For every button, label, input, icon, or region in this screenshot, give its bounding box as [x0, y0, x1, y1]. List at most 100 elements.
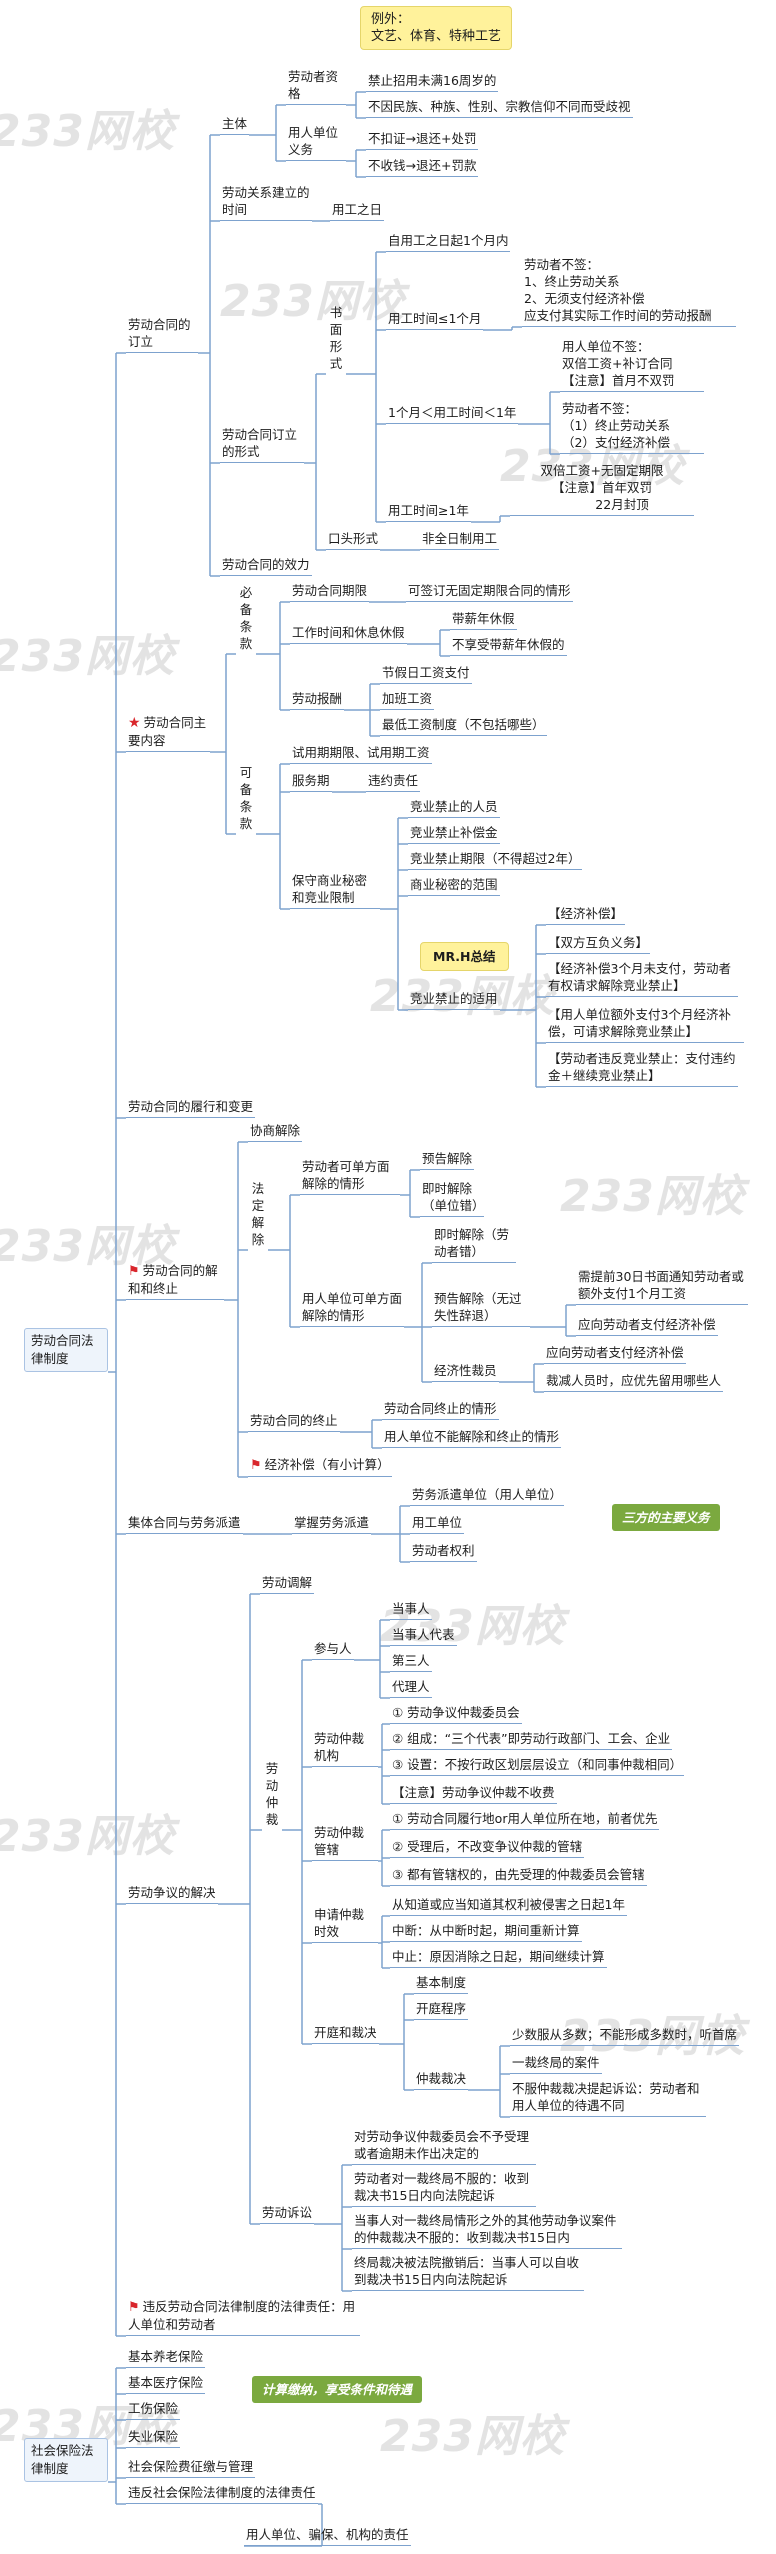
leaf[interactable]: 应向劳动者支付经济补偿 [576, 1316, 718, 1336]
leaf[interactable]: 用工之日 [330, 201, 385, 221]
leaf[interactable]: 中止：原因消除之日起，期间继续计算 [390, 1948, 607, 1968]
leaf[interactable]: 【经济补偿】 [546, 905, 626, 925]
node-unemployment-insurance[interactable]: 失业保险 [126, 2428, 181, 2448]
leaf[interactable]: 【劳动者违反竞业禁止：支付违约金＋继续竞业禁止】 [546, 1050, 738, 1087]
node-arbitration[interactable]: 劳动仲裁 [262, 1760, 282, 1830]
node-arbitration-org[interactable]: 劳动仲裁机构 [312, 1730, 378, 1767]
leaf[interactable]: 【用人单位额外支付3个月经济补偿，可请求解除竞业禁止】 [546, 1006, 744, 1043]
node-dispatch[interactable]: 集体合同与劳务派遣 [126, 1514, 243, 1534]
node-1-month-to-1-year[interactable]: 1个月＜用工时间＜1年 [386, 404, 519, 424]
leaf[interactable]: 基本制度 [414, 1974, 469, 1994]
leaf[interactable]: ③ 都有管辖权的，由先受理的仲裁委员会管辖 [390, 1866, 647, 1886]
node-noncompete[interactable]: 保守商业秘密和竞业限制 [290, 872, 380, 909]
node-pay[interactable]: 劳动报酬 [290, 690, 345, 710]
leaf[interactable]: 不收钱→退还+罚款 [366, 157, 479, 177]
leaf[interactable]: 劳动者权利 [410, 1542, 477, 1562]
leaf[interactable]: 最低工资制度（不包括哪些） [380, 716, 547, 736]
leaf[interactable]: 商业秘密的范围 [408, 876, 500, 896]
leaf[interactable]: 用人单位、骗保、机构的责任 [244, 2526, 411, 2546]
node-le-1-month[interactable]: 用工时间≤1个月 [386, 310, 484, 330]
leaf[interactable]: ② 组成：“三个代表”即劳动行政部门、工会、企业 [390, 1730, 673, 1750]
node-compensation[interactable]: ⚑ 经济补偿（有小计算） [248, 1456, 392, 1477]
leaf[interactable]: 用工单位 [410, 1514, 465, 1534]
leaf[interactable]: 节假日工资支付 [380, 664, 472, 684]
node-social-liability[interactable]: 违反社会保险法律制度的法律责任 [126, 2484, 318, 2504]
node-worker-qualification[interactable]: 劳动者资格 [286, 68, 346, 105]
leaf[interactable]: 对劳动争议仲裁委员会不予受理或者逾期未作出决定的 [352, 2128, 536, 2165]
leaf[interactable]: 中断：从中断时起，期间重新计算 [390, 1922, 582, 1942]
node-litigation[interactable]: 劳动诉讼 [260, 2204, 315, 2224]
node-service[interactable]: 服务期 [290, 772, 332, 792]
leaf[interactable]: 【注意】劳动争议仲裁不收费 [390, 1784, 557, 1804]
node-fund-collection[interactable]: 社会保险费征缴与管理 [126, 2458, 256, 2478]
leaf[interactable]: 代理人 [390, 1678, 432, 1698]
node-limitation[interactable]: 申请仲裁时效 [312, 1906, 378, 1943]
leaf[interactable]: ③ 设置：不按行政区划层层设立（和同事仲裁相同） [390, 1756, 685, 1776]
leaf[interactable]: 劳动合同终止的情形 [382, 1400, 499, 1420]
node-contract-form[interactable]: 劳动合同订立的形式 [220, 426, 304, 463]
leaf[interactable]: 可签订无固定期限合同的情形 [406, 582, 573, 602]
leaf[interactable]: 竞业禁止期限（不得超过2年） [408, 850, 583, 870]
leaf[interactable]: 第三人 [390, 1652, 432, 1672]
node-required-terms[interactable]: 必备条款 [236, 584, 256, 654]
node-dispute[interactable]: 劳动争议的解决 [126, 1884, 218, 1904]
node-optional-terms[interactable]: 可备条款 [236, 764, 256, 834]
node-pension-insurance[interactable]: 基本养老保险 [126, 2348, 206, 2368]
node-liability[interactable]: ⚑ 违反劳动合同法律制度的法律责任：用人单位和劳动者 [126, 2298, 360, 2336]
leaf[interactable]: 用人单位不能解除和终止的情形 [382, 1428, 562, 1448]
node-worker-unilateral[interactable]: 劳动者可单方面解除的情形 [300, 1158, 400, 1195]
node-subject[interactable]: 主体 [220, 115, 250, 135]
node-employer-duty[interactable]: 用人单位义务 [286, 124, 346, 161]
leaf[interactable]: 即时解除（单位错） [420, 1180, 485, 1217]
node-mediation[interactable]: 劳动调解 [260, 1574, 315, 1594]
leaf[interactable]: 即时解除（劳动者错） [432, 1226, 516, 1263]
leaf[interactable]: 一裁终局的案件 [510, 2054, 602, 2074]
leaf[interactable]: 预告解除 [420, 1150, 475, 1170]
leaf[interactable]: 不扣证→退还+处罚 [366, 130, 479, 150]
leaf[interactable]: 禁止招用未满16周岁的 [366, 72, 499, 92]
leaf[interactable]: 从知道或应当知道其权利被侵害之日起1年 [390, 1896, 627, 1916]
leaf[interactable]: 裁减人员时，应优先留用哪些人 [544, 1372, 724, 1392]
node-contract-sign[interactable]: 劳动合同的订立 [126, 316, 198, 353]
node-term[interactable]: 劳动合同期限 [290, 582, 370, 602]
node-main-content[interactable]: ★ 劳动合同主要内容 [126, 714, 210, 752]
leaf[interactable]: 当事人 [390, 1600, 432, 1620]
node-rest[interactable]: 工作时间和休息休假 [290, 624, 407, 644]
leaf[interactable]: 应向劳动者支付经济补偿 [544, 1344, 686, 1364]
leaf[interactable]: 少数服从多数；不能形成多数时，听首席 [510, 2026, 740, 2046]
leaf[interactable]: 终局裁决被法院撤销后：当事人可以自收到裁决书15日内向法院起诉 [352, 2254, 584, 2291]
node-noncompete-applicable[interactable]: 竞业禁止的适用 [408, 990, 500, 1010]
leaf[interactable]: 当事人代表 [390, 1626, 457, 1646]
node-contract-change[interactable]: 劳动合同的履行和变更 [126, 1098, 256, 1118]
root-labor-contract-law[interactable]: 劳动合同法律制度 [24, 1328, 108, 1372]
leaf[interactable]: 带薪年休假 [450, 610, 517, 630]
leaf[interactable]: 违约责任 [366, 772, 421, 792]
node-written-form[interactable]: 书面形式 [326, 304, 346, 374]
node-master-dispatch[interactable]: 掌握劳务派遣 [292, 1514, 372, 1534]
leaf[interactable]: ② 受理后，不改变争议仲裁的管辖 [390, 1838, 585, 1858]
leaf[interactable]: 竞业禁止的人员 [408, 798, 500, 818]
node-ge-1-year[interactable]: 用工时间≥1年 [386, 502, 471, 522]
node-contract-end[interactable]: 劳动合同的终止 [248, 1412, 340, 1432]
node-jurisdiction[interactable]: 劳动仲裁管辖 [312, 1824, 378, 1861]
node-relation-time[interactable]: 劳动关系建立的时间 [220, 184, 312, 221]
node-party[interactable]: 参与人 [312, 1640, 354, 1660]
node-injury-insurance[interactable]: 工伤保险 [126, 2400, 181, 2420]
leaf[interactable]: 加班工资 [380, 690, 435, 710]
leaf[interactable]: 非全日制用工 [420, 530, 500, 550]
leaf[interactable]: 不服仲裁裁决提起诉讼：劳动者和用人单位的待遇不同 [510, 2080, 706, 2117]
node-legal-termination[interactable]: 法定解除 [248, 1180, 268, 1250]
leaf[interactable]: 【经济补偿3个月未支付，劳动者有权请求解除竞业禁止】 [546, 960, 738, 997]
node-employer-notice[interactable]: 预告解除（无过失性辞退） [432, 1290, 530, 1327]
leaf[interactable]: 不因民族、种族、性别、宗教信仰不同而受歧视 [366, 98, 633, 118]
node-hearing[interactable]: 开庭和裁决 [312, 2024, 379, 2044]
leaf[interactable]: 开庭程序 [414, 2000, 469, 2020]
node-award[interactable]: 仲裁裁决 [414, 2070, 469, 2090]
leaf[interactable]: 劳动者对一裁终局不服的：收到裁决书15日内向法院起诉 [352, 2170, 536, 2207]
leaf[interactable]: 【双方互负义务】 [546, 934, 651, 954]
leaf[interactable]: 需提前30日书面通知劳动者或额外支付1个月工资 [576, 1268, 748, 1305]
leaf[interactable]: 自用工之日起1个月内 [386, 232, 511, 252]
node-employer-unilateral[interactable]: 用人单位可单方面解除的情形 [300, 1290, 404, 1327]
node-negotiate[interactable]: 协商解除 [248, 1122, 303, 1142]
node-termination[interactable]: ⚑ 劳动合同的解和和终止 [126, 1262, 224, 1300]
